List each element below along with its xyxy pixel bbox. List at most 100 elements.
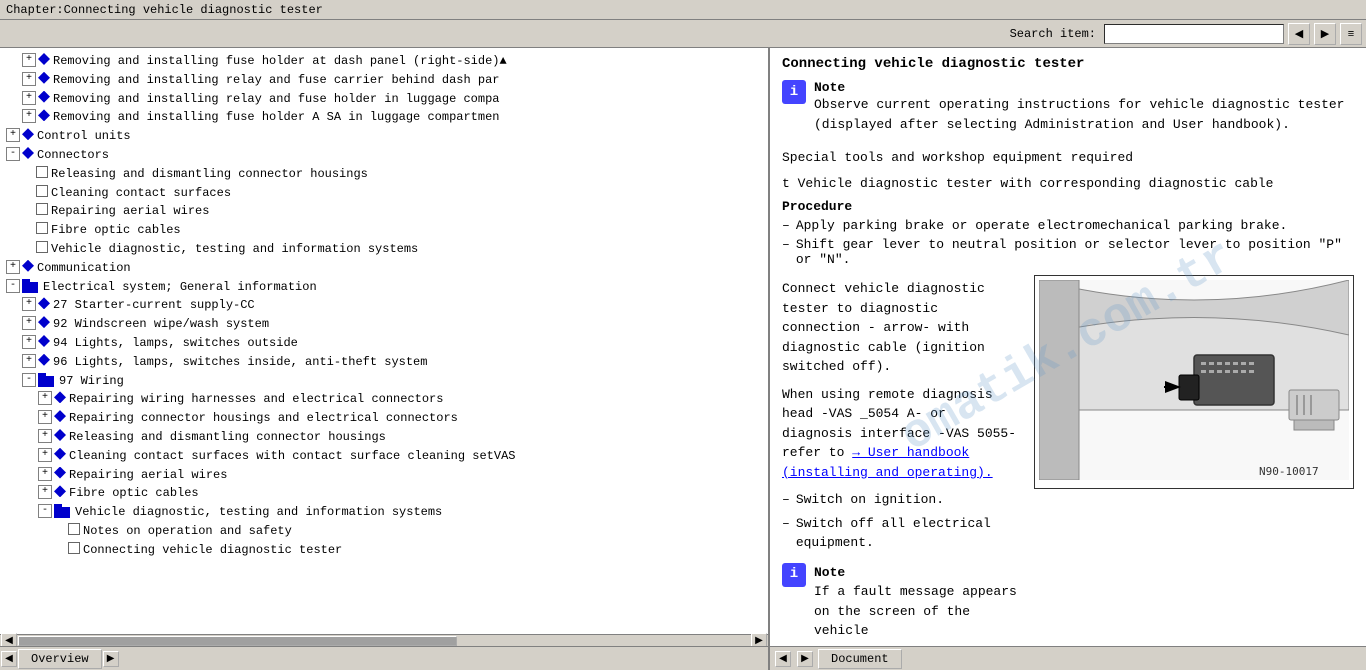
expand-icon[interactable]: + <box>22 297 36 311</box>
tree-row[interactable]: - Electrical system; General information <box>2 278 766 297</box>
scroll-right-button[interactable]: ▶ <box>751 633 767 647</box>
doc-icon <box>68 523 80 535</box>
expand-icon[interactable]: - <box>22 373 36 387</box>
right-panel: omatik.com.tr Connecting vehicle diagnos… <box>770 48 1366 646</box>
doc-icon <box>36 185 48 197</box>
doc-icon <box>54 485 66 497</box>
note-box-2: i Note If a fault message appears on the… <box>782 563 1022 647</box>
expand-icon[interactable]: + <box>38 429 52 443</box>
tree-row[interactable]: Releasing and dismantling connector hous… <box>2 165 766 184</box>
overview-tab[interactable]: Overview <box>18 649 102 669</box>
expand-icon[interactable]: + <box>6 128 20 142</box>
folder-icon <box>22 128 34 140</box>
title-bar: Chapter:Connecting vehicle diagnostic te… <box>0 0 1366 20</box>
expand-icon[interactable]: + <box>38 448 52 462</box>
bullet-text-2: Shift gear lever to neutral position or … <box>796 237 1354 267</box>
doc-icon <box>38 109 50 121</box>
tree-row[interactable]: Connecting vehicle diagnostic tester <box>2 541 766 560</box>
special-tools-label: Special tools and workshop equipment req… <box>782 148 1354 168</box>
tree-row[interactable]: Fibre optic cables <box>2 221 766 240</box>
expand-icon[interactable]: + <box>38 485 52 499</box>
expand-icon[interactable]: - <box>38 504 52 518</box>
tree-row[interactable]: + Fibre optic cables <box>2 484 766 503</box>
menu-button[interactable]: ≡ <box>1340 23 1362 45</box>
tree-row[interactable]: Repairing aerial wires <box>2 202 766 221</box>
search-input[interactable] <box>1104 24 1284 44</box>
doc-icon <box>38 53 50 65</box>
doc-icon <box>54 467 66 479</box>
expand-icon[interactable]: + <box>22 354 36 368</box>
scroll-thumb[interactable] <box>18 636 457 646</box>
tree-row[interactable]: + 94 Lights, lamps, switches outside <box>2 334 766 353</box>
expand-icon[interactable]: + <box>22 91 36 105</box>
tree-row[interactable]: Vehicle diagnostic, testing and informat… <box>2 240 766 259</box>
folder-icon <box>38 335 50 347</box>
tree-row[interactable]: + 96 Lights, lamps, switches inside, ant… <box>2 353 766 372</box>
search-label: Search item: <box>1010 27 1096 41</box>
handbook-link[interactable]: → User handbook (installing and operatin… <box>782 445 993 480</box>
doc-title: Connecting vehicle diagnostic tester <box>782 56 1354 72</box>
tree-row[interactable]: + Repairing wiring harnesses and electri… <box>2 390 766 409</box>
expand-icon[interactable]: - <box>6 147 20 161</box>
scroll-right-status-button[interactable]: ▶ <box>103 651 119 667</box>
tree-row[interactable]: + Control units <box>2 127 766 146</box>
search-next-button[interactable]: ▶ <box>1314 23 1336 45</box>
folder-icon <box>22 279 40 293</box>
tree-row[interactable]: - Vehicle diagnostic, testing and inform… <box>2 503 766 522</box>
expand-icon[interactable]: + <box>22 316 36 330</box>
procedure-label: Procedure <box>782 199 1354 214</box>
tree-row[interactable]: - 97 Wiring <box>2 372 766 391</box>
expand-icon[interactable]: + <box>22 109 36 123</box>
info-icon-1: i <box>782 80 806 104</box>
diagnostic-diagram: N90-10017 <box>1039 280 1349 480</box>
connect-text: Connect vehicle diagnostic tester to dia… <box>782 279 1022 377</box>
remote-text: When using remote diagnosis head -VAS _5… <box>782 385 1022 483</box>
tree-row[interactable]: Notes on operation and safety <box>2 522 766 541</box>
document-tab[interactable]: Document <box>818 649 902 669</box>
doc-icon <box>54 391 66 403</box>
doc-icon <box>38 91 50 103</box>
bullet-text-1: Apply parking brake or operate electrome… <box>796 218 1287 233</box>
doc-icon <box>38 72 50 84</box>
folder-icon <box>22 260 34 272</box>
expand-icon[interactable]: + <box>38 467 52 481</box>
switch-off-text: Switch off all electrical equipment. <box>796 514 1022 553</box>
scroll-left-status-button[interactable]: ◀ <box>1 651 17 667</box>
right-col: N90-10017 <box>1034 275 1354 646</box>
horizontal-scrollbar[interactable]: ◀ ▶ <box>0 634 768 646</box>
folder-icon <box>38 373 56 387</box>
expand-icon[interactable]: + <box>38 391 52 405</box>
tree-row[interactable]: + Cleaning contact surfaces with contact… <box>2 447 766 466</box>
scroll-left-button[interactable]: ◀ <box>1 633 17 647</box>
expand-icon[interactable]: + <box>38 410 52 424</box>
tree-row[interactable]: + Communication <box>2 259 766 278</box>
tree-row[interactable]: + 27 Starter-current supply-CC <box>2 296 766 315</box>
tree-row[interactable]: + Removing and installing fuse holder A … <box>2 108 766 127</box>
bullet-item-2: – Shift gear lever to neutral position o… <box>782 237 1354 267</box>
tree-row[interactable]: Cleaning contact surfaces <box>2 184 766 203</box>
doc-prev-button[interactable]: ◀ <box>775 651 791 667</box>
note2-text: If a fault message appears on the screen… <box>814 582 1022 641</box>
tree-row[interactable]: + Removing and installing relay and fuse… <box>2 71 766 90</box>
expand-icon[interactable]: + <box>6 260 20 274</box>
expand-icon[interactable]: + <box>22 72 36 86</box>
info-icon-2: i <box>782 563 806 587</box>
expand-icon[interactable]: + <box>22 53 36 67</box>
tree-row[interactable]: + Repairing connector housings and elect… <box>2 409 766 428</box>
tree-row[interactable]: + Repairing aerial wires <box>2 466 766 485</box>
two-col-section: Connect vehicle diagnostic tester to dia… <box>782 275 1354 646</box>
note1-label: Note <box>814 80 1354 95</box>
left-col: Connect vehicle diagnostic tester to dia… <box>782 275 1022 646</box>
doc-icon <box>54 429 66 441</box>
doc-next-button[interactable]: ▶ <box>797 651 813 667</box>
status-right: ◀ ▶ Document <box>770 649 1366 669</box>
search-prev-button[interactable]: ◀ <box>1288 23 1310 45</box>
tree-row[interactable]: - Connectors <box>2 146 766 165</box>
tree-row[interactable]: + Removing and installing relay and fuse… <box>2 90 766 109</box>
tree-row[interactable]: + Releasing and dismantling connector ho… <box>2 428 766 447</box>
folder-icon <box>38 316 50 328</box>
expand-icon[interactable]: + <box>22 335 36 349</box>
expand-icon[interactable]: - <box>6 279 20 293</box>
tree-row[interactable]: + 92 Windscreen wipe/wash system <box>2 315 766 334</box>
tree-row[interactable]: + Removing and installing fuse holder at… <box>2 52 766 71</box>
